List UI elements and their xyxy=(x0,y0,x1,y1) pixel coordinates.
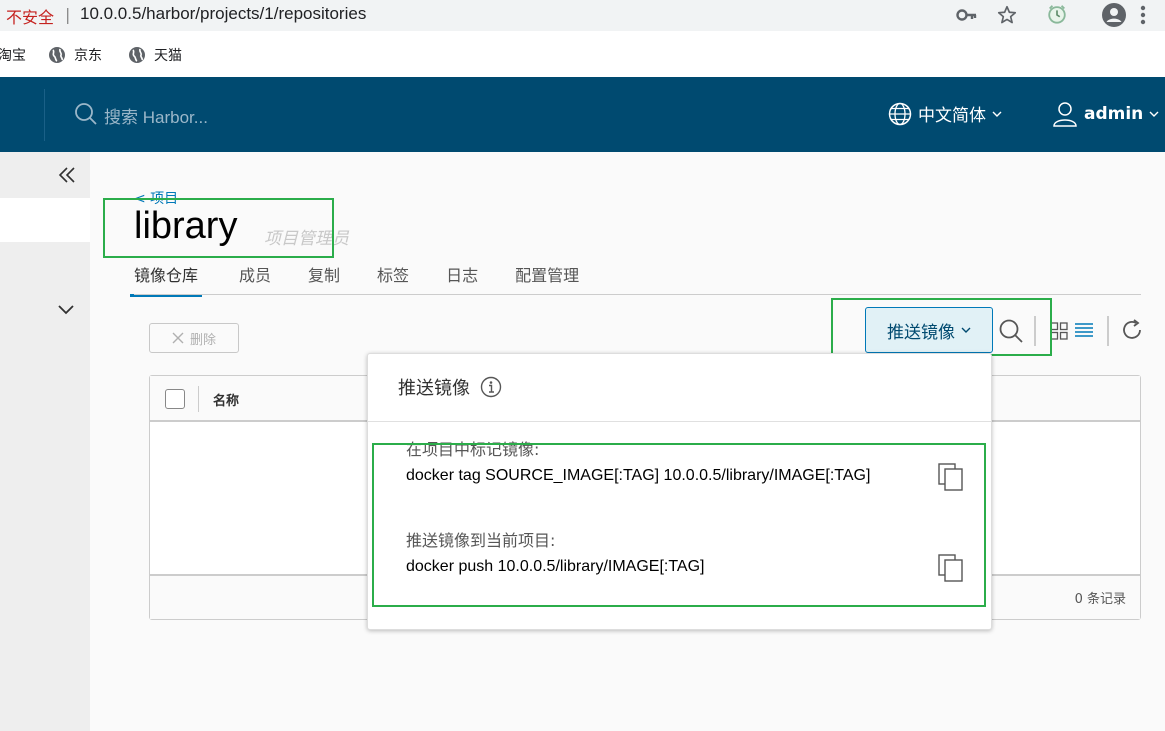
tab-replication[interactable]: 复制 xyxy=(308,262,340,297)
globe-icon xyxy=(888,102,912,125)
bookmarks-bar: 淘宝 京东 天猫 xyxy=(0,31,1165,77)
search-icon[interactable] xyxy=(74,102,98,126)
omnibox[interactable]: 不安全 | 10.0.0.5/harbor/projects/1/reposit… xyxy=(0,0,1030,31)
sidebar xyxy=(0,152,90,731)
omnibox-separator: | xyxy=(65,5,71,24)
dropdown-divider xyxy=(368,421,991,422)
tab-repositories[interactable]: 镜像仓库 xyxy=(130,262,203,297)
dropdown-title: 推送镜像 xyxy=(398,374,502,400)
bookmark-label: 天猫 xyxy=(154,48,182,64)
tab-logs[interactable]: 日志 xyxy=(446,262,478,297)
profile-icon[interactable] xyxy=(1101,2,1127,28)
delete-button-label: 删除 xyxy=(189,332,216,348)
highlight-box-title xyxy=(103,198,334,258)
record-count: 0 条记录 xyxy=(1074,592,1126,607)
app-header: 搜索 Harbor... 中文简体 admin xyxy=(0,77,1165,152)
collapse-sidebar-icon[interactable] xyxy=(56,165,78,185)
bookmark-label: 淘宝 xyxy=(0,48,26,64)
browser-menu-icon[interactable] xyxy=(1140,3,1146,27)
browser-address-bar: 不安全 | 10.0.0.5/harbor/projects/1/reposit… xyxy=(0,0,1165,31)
info-icon[interactable] xyxy=(480,376,502,398)
language-selector[interactable]: 中文简体 xyxy=(888,101,1002,126)
tab-labels[interactable]: 标签 xyxy=(377,262,409,297)
username-label: admin xyxy=(1084,104,1144,124)
language-label: 中文简体 xyxy=(918,106,986,126)
close-icon xyxy=(172,332,184,344)
security-indicator[interactable]: 不安全 xyxy=(6,4,54,28)
clock-extension-icon[interactable] xyxy=(1046,3,1068,25)
tab-configuration[interactable]: 配置管理 xyxy=(515,262,579,297)
bookmark-taobao[interactable]: 淘宝 xyxy=(0,45,26,65)
toolbar-divider xyxy=(1107,316,1109,346)
bookmark-tmall[interactable]: 天猫 xyxy=(128,45,182,65)
tabs-divider xyxy=(134,294,1141,295)
column-header-name[interactable]: 名称 xyxy=(213,390,239,409)
delete-button[interactable]: 删除 xyxy=(149,323,239,353)
sidebar-item-projects[interactable] xyxy=(0,198,90,242)
list-view-icon[interactable] xyxy=(1074,322,1094,338)
url-text[interactable]: 10.0.0.5/harbor/projects/1/repositories xyxy=(80,4,366,24)
chevron-down-icon xyxy=(1149,111,1159,117)
chevron-down-icon[interactable] xyxy=(56,302,76,318)
key-icon[interactable] xyxy=(956,6,978,24)
chevron-down-icon xyxy=(992,111,1002,117)
refresh-icon[interactable] xyxy=(1121,318,1143,342)
select-all-checkbox[interactable] xyxy=(165,389,185,409)
header-divider xyxy=(44,89,45,141)
bookmark-star-icon[interactable] xyxy=(996,4,1018,26)
user-icon xyxy=(1053,102,1077,127)
user-menu[interactable]: admin xyxy=(1052,101,1159,127)
column-separator xyxy=(198,386,199,412)
dropdown-title-text: 推送镜像 xyxy=(398,378,470,399)
globe-icon xyxy=(129,47,145,63)
globe-icon xyxy=(49,47,65,63)
card-view-icon[interactable] xyxy=(1050,322,1068,340)
project-tabs: 镜像仓库 成员 复制 标签 日志 配置管理 xyxy=(130,262,616,297)
highlight-box-push-button xyxy=(831,298,1052,356)
global-search-input[interactable]: 搜索 Harbor... xyxy=(104,103,208,128)
bookmark-label: 京东 xyxy=(74,48,102,64)
highlight-box-commands xyxy=(372,443,986,607)
tab-members[interactable]: 成员 xyxy=(239,262,271,297)
bookmark-jd[interactable]: 京东 xyxy=(48,45,102,65)
